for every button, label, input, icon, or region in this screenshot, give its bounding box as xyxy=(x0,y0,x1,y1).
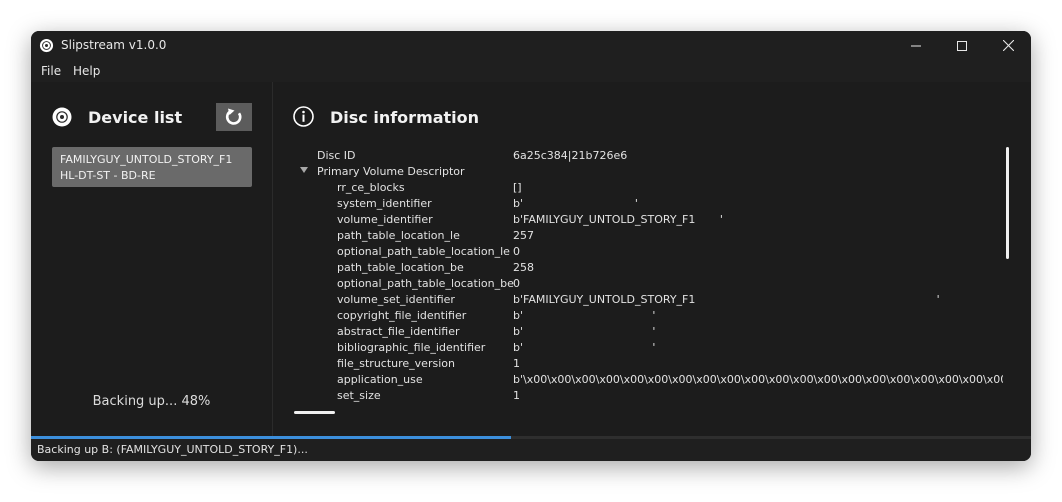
disc-id-label: Disc ID xyxy=(317,149,356,162)
field-key: abstract_file_identifier xyxy=(337,325,460,338)
device-name: FAMILYGUY_UNTOLD_STORY_F1 xyxy=(60,153,233,166)
pvd-label[interactable]: Primary Volume Descriptor xyxy=(317,165,465,178)
field-key: volume_set_identifier xyxy=(337,293,455,306)
menu-bar: File Help xyxy=(31,60,1031,83)
field-key: system_identifier xyxy=(337,197,432,210)
refresh-icon xyxy=(225,108,242,125)
close-button[interactable] xyxy=(985,31,1031,60)
disc-id-value: 6a25c384|21b726e6 xyxy=(513,149,628,162)
device-item[interactable]: FAMILYGUY_UNTOLD_STORY_F1 HL-DT-ST - BD-… xyxy=(52,147,252,187)
menu-file[interactable]: File xyxy=(41,64,61,78)
field-key: set_size xyxy=(337,389,381,402)
field-value: b'\x00\x00\x00\x00\x00\x00\x00\x00\x00\x… xyxy=(513,373,1003,386)
field-value: 0 xyxy=(513,245,520,258)
field-value: 258 xyxy=(513,261,534,274)
disc-info-panel: Disc information Disc ID 6a25c384|21b726… xyxy=(273,82,1031,436)
field-key: optional_path_table_location_be xyxy=(337,277,514,290)
backup-status: Backing up... 48% xyxy=(92,394,211,409)
title-bar: Slipstream v1.0.0 xyxy=(31,31,1031,60)
field-key: bibliographic_file_identifier xyxy=(337,341,486,354)
device-list-panel: Device list FAMILYGUY_UNTOLD_STORY_F1 HL… xyxy=(31,82,273,436)
field-value: [] xyxy=(513,181,522,194)
field-value: b' ' xyxy=(513,309,656,322)
field-key: volume_identifier xyxy=(337,213,433,226)
field-key: rr_ce_blocks xyxy=(337,181,405,194)
status-bar: Backing up B: (FAMILYGUY_UNTOLD_STORY_F1… xyxy=(31,439,1031,461)
field-value: 1 xyxy=(513,357,520,370)
minimize-icon xyxy=(911,45,921,46)
field-key: path_table_location_be xyxy=(337,261,464,274)
field-key: application_use xyxy=(337,373,423,386)
field-key: copyright_file_identifier xyxy=(337,309,467,322)
device-model: HL-DT-ST - BD-RE xyxy=(60,169,156,182)
field-value: 1 xyxy=(513,389,520,402)
field-value: b'FAMILYGUY_UNTOLD_STORY_F1 ' xyxy=(513,213,723,226)
field-value: b' ' xyxy=(513,325,656,338)
minimize-button[interactable] xyxy=(893,31,939,60)
disc-info-title: Disc information xyxy=(330,108,480,127)
app-window: Slipstream v1.0.0 File Help Device list xyxy=(31,31,1031,461)
field-key: path_table_location_le xyxy=(337,229,460,242)
menu-help[interactable]: Help xyxy=(73,64,100,78)
status-text: Backing up B: (FAMILYGUY_UNTOLD_STORY_F1… xyxy=(37,443,308,456)
field-key: optional_path_table_location_le xyxy=(337,245,510,258)
maximize-icon xyxy=(957,40,967,51)
vertical-scrollbar[interactable] xyxy=(1006,147,1009,259)
refresh-button[interactable] xyxy=(216,103,252,131)
horizontal-scrollbar[interactable] xyxy=(294,411,335,414)
field-value: b'FAMILYGUY_UNTOLD_STORY_F1 ' xyxy=(513,293,940,306)
disc-icon xyxy=(39,38,54,53)
close-icon xyxy=(1002,40,1014,51)
maximize-button[interactable] xyxy=(939,31,985,60)
field-value: b' ' xyxy=(513,197,638,210)
field-key: file_structure_version xyxy=(337,357,455,370)
field-value: b' ' xyxy=(513,341,656,354)
info-icon xyxy=(293,106,314,127)
device-list-title: Device list xyxy=(88,108,183,127)
field-value: 0 xyxy=(513,277,520,290)
disc-icon xyxy=(52,107,72,127)
field-value: 257 xyxy=(513,229,534,242)
window-title: Slipstream v1.0.0 xyxy=(61,38,167,52)
chevron-down-icon[interactable] xyxy=(300,167,308,173)
